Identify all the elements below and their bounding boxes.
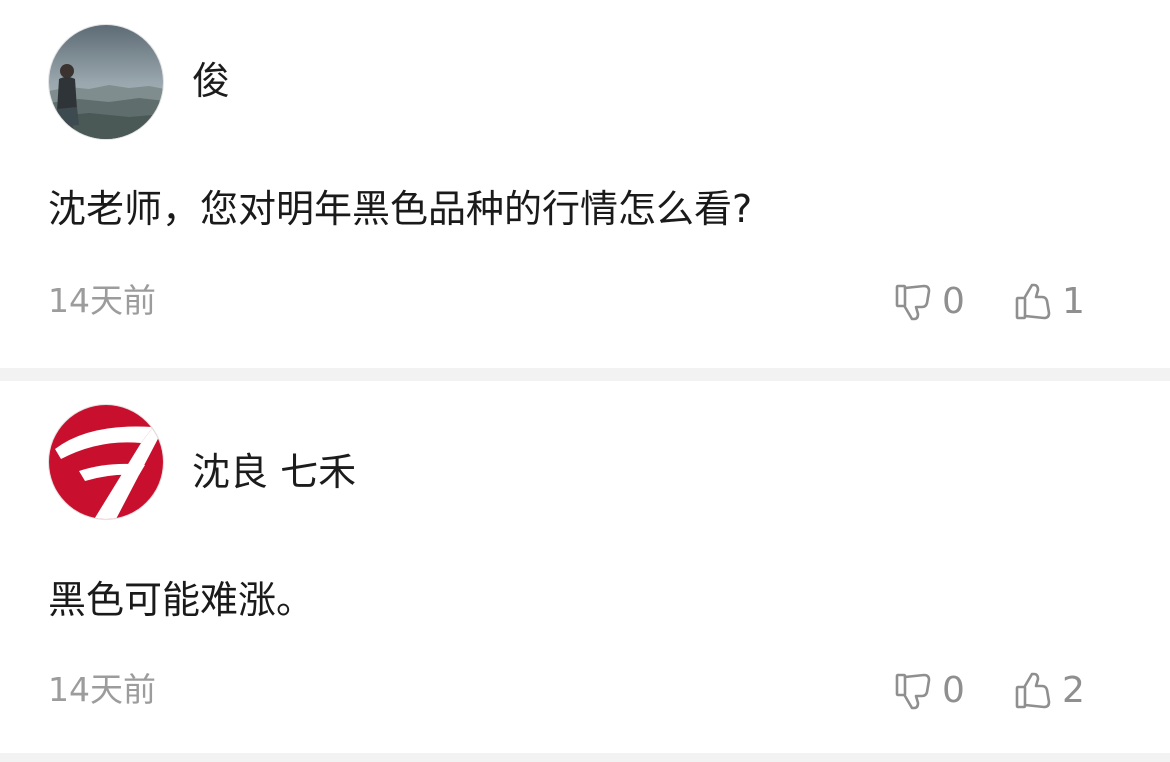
avatar[interactable]	[48, 404, 164, 520]
avatar-logo-7	[49, 405, 163, 519]
username[interactable]: 沈良 七禾	[192, 449, 356, 495]
dislike-count: 0	[942, 281, 965, 322]
thumbs-down-icon	[894, 282, 934, 322]
divider	[0, 753, 1170, 762]
divider	[0, 368, 1170, 381]
dislike-count: 0	[942, 670, 965, 711]
dislike-button[interactable]: 0	[894, 280, 965, 324]
avatar[interactable]	[48, 24, 164, 140]
comment-item: 俊 沈老师，您对明年黑色品种的行情怎么看? 14天前 0 1	[0, 0, 1170, 368]
thumbs-down-icon	[894, 671, 934, 711]
comment-text: 沈老师，您对明年黑色品种的行情怎么看?	[48, 187, 753, 231]
like-button[interactable]: 2	[1014, 669, 1085, 713]
like-count: 2	[1062, 670, 1085, 711]
thumbs-up-icon	[1014, 282, 1054, 322]
avatar-photo	[49, 25, 163, 139]
like-button[interactable]: 1	[1014, 280, 1085, 324]
thumbs-up-icon	[1014, 671, 1054, 711]
username[interactable]: 俊	[192, 58, 230, 104]
timestamp: 14天前	[48, 670, 156, 709]
timestamp: 14天前	[48, 281, 156, 320]
comment-item: 沈良 七禾 黑色可能难涨。 14天前 0 2	[0, 381, 1170, 753]
dislike-button[interactable]: 0	[894, 669, 965, 713]
like-count: 1	[1062, 281, 1085, 322]
comment-text: 黑色可能难涨。	[48, 578, 315, 622]
